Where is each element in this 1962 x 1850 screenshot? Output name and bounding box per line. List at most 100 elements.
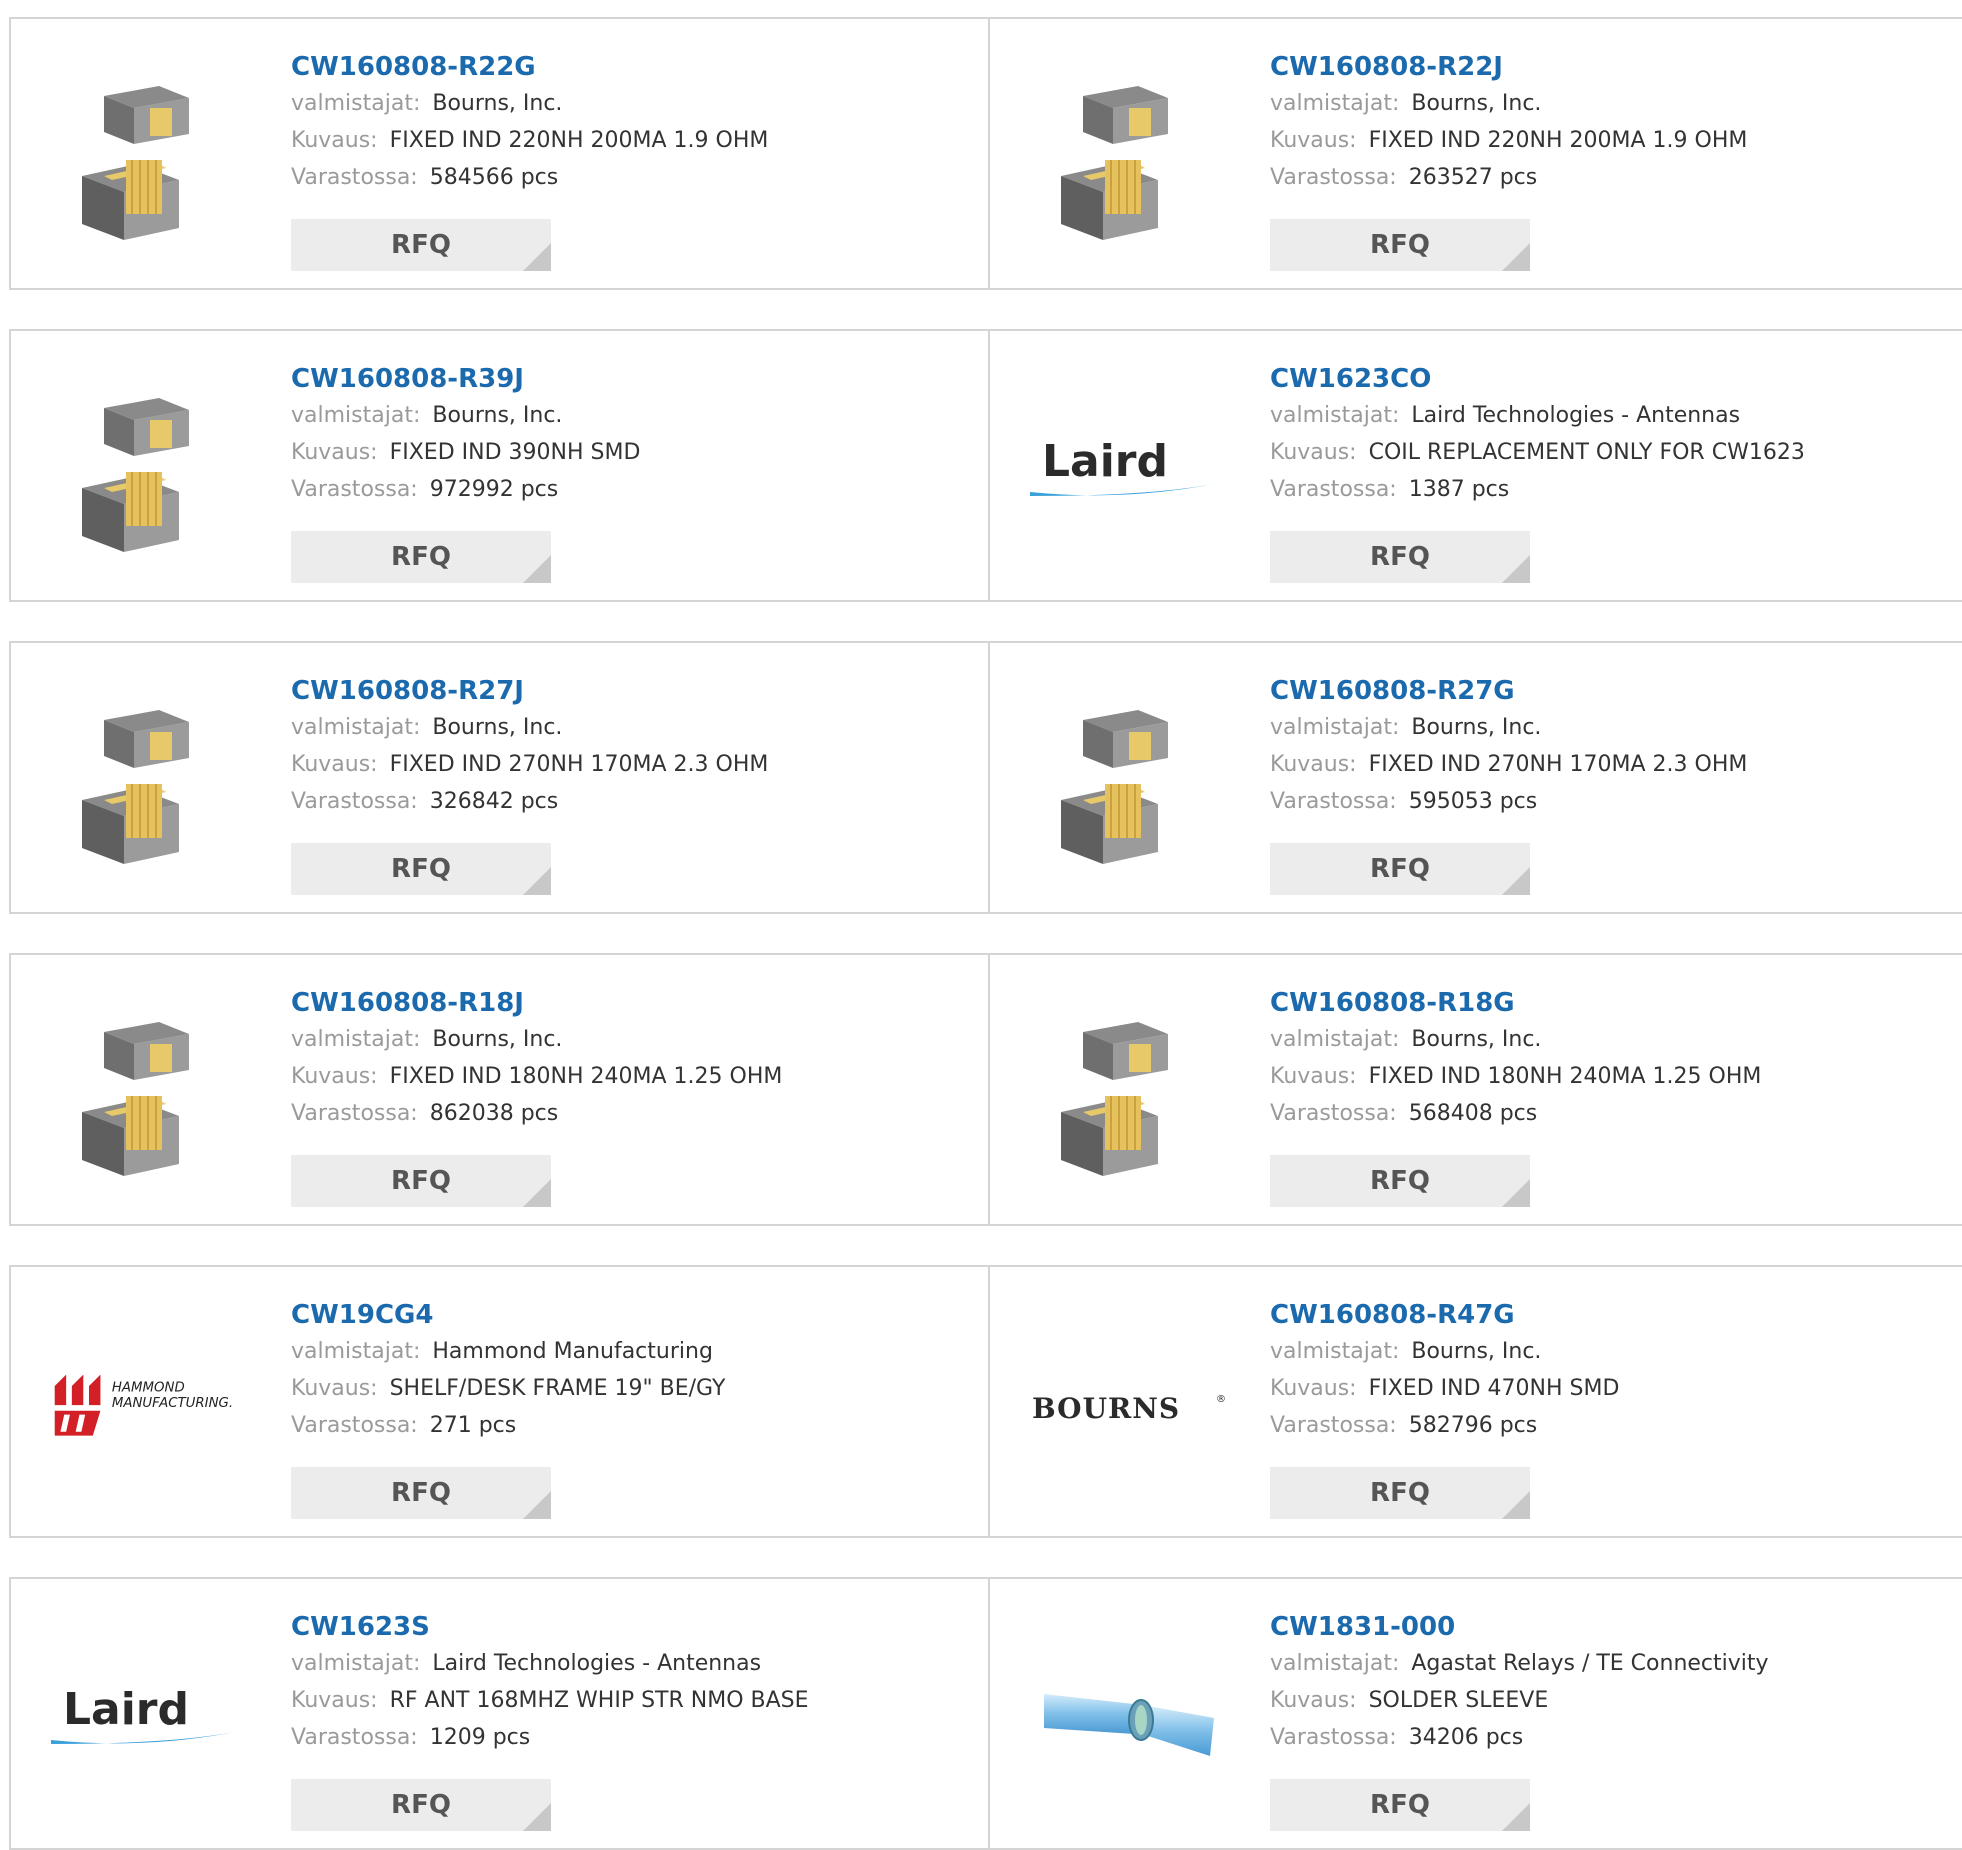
rfq-button[interactable]: RFQ (291, 1779, 551, 1831)
stock-label: Varastossa: (1270, 165, 1397, 190)
rfq-button[interactable]: RFQ (291, 1155, 551, 1207)
svg-text:MANUFACTURING.: MANUFACTURING. (112, 1396, 233, 1411)
rfq-label: RFQ (1370, 854, 1430, 884)
rfq-button[interactable]: RFQ (1270, 1467, 1530, 1519)
product-card: CW160808-R39J valmistajat: Bourns, Inc. Kuv… (11, 331, 988, 600)
product-row: CW160808-R27J valmistajat: Bourns, Inc. Kuv… (9, 641, 1962, 914)
inductor-image[interactable] (1028, 995, 1228, 1195)
manufacturer-label: valmistajat: (291, 403, 421, 428)
manufacturer-value: Hammond Manufacturing (432, 1339, 713, 1364)
description-label: Kuvaus: (291, 1376, 378, 1401)
stock-value: 862038 pcs (429, 1101, 559, 1126)
corner-decoration (523, 1491, 551, 1519)
rfq-label: RFQ (1370, 230, 1430, 260)
rfq-button[interactable]: RFQ (291, 1467, 551, 1519)
product-card: CW160808-R22G valmistajat: Bourns, Inc. Kuv… (11, 19, 988, 288)
part-number-link[interactable]: CW1831-000 (1270, 1609, 1769, 1645)
description-row: Kuvaus: FIXED IND 180NH 240MA 1.25 OHM (1270, 1058, 1761, 1095)
stock-value: 1387 pcs (1408, 477, 1510, 502)
stock-row: Varastossa: 862038 pcs (291, 1095, 782, 1132)
inductor-image[interactable] (49, 371, 249, 571)
stock-row: Varastossa: 595053 pcs (1270, 783, 1747, 820)
rfq-button[interactable]: RFQ (1270, 1155, 1530, 1207)
rfq-label: RFQ (391, 230, 451, 260)
rfq-button[interactable]: RFQ (1270, 843, 1530, 895)
rfq-button[interactable]: RFQ (291, 531, 551, 583)
logo-text: Laird (1042, 436, 1168, 487)
product-row: CW160808-R18J valmistajat: Bourns, Inc. Kuv… (9, 953, 1962, 1226)
product-card: Laird CW1623CO valmistajat: Laird Technolog… (988, 331, 1962, 600)
stock-value: 34206 pcs (1408, 1725, 1524, 1750)
product-card: CW160808-R18J valmistajat: Bourns, Inc. Kuv… (11, 955, 988, 1224)
description-label: Kuvaus: (1270, 1688, 1357, 1713)
laird-logo[interactable]: Laird (1028, 371, 1228, 571)
product-info: CW160808-R18G valmistajat: Bourns, Inc. Kuv… (1270, 985, 1761, 1132)
manufacturer-row: valmistajat: Bourns, Inc. (1270, 709, 1747, 746)
rfq-button[interactable]: RFQ (1270, 1779, 1530, 1831)
part-number-link[interactable]: CW160808-R27J (291, 673, 768, 709)
manufacturer-row: valmistajat: Bourns, Inc. (1270, 1021, 1761, 1058)
part-number-link[interactable]: CW160808-R22G (291, 49, 768, 85)
rfq-button[interactable]: RFQ (291, 219, 551, 271)
part-number-link[interactable]: CW160808-R39J (291, 361, 640, 397)
solder-sleeve-image[interactable] (1028, 1619, 1228, 1819)
manufacturer-label: valmistajat: (291, 715, 421, 740)
svg-text:®: ® (1216, 1394, 1226, 1405)
part-number-link[interactable]: CW160808-R18J (291, 985, 782, 1021)
description-value: SHELF/DESK FRAME 19" BE/GY (389, 1376, 726, 1401)
product-info: CW160808-R22J valmistajat: Bourns, Inc. Kuv… (1270, 49, 1747, 196)
manufacturer-value: Bourns, Inc. (432, 91, 563, 116)
stock-label: Varastossa: (291, 1101, 418, 1126)
bourns-logo[interactable]: BOURNS ® (1028, 1307, 1228, 1507)
description-row: Kuvaus: FIXED IND 270NH 170MA 2.3 OHM (1270, 746, 1747, 783)
part-number-link[interactable]: CW160808-R22J (1270, 49, 1747, 85)
manufacturer-row: valmistajat: Hammond Manufacturing (291, 1333, 725, 1370)
product-row: HAMMOND MANUFACTURING. CW19CG4 valmistajat:… (9, 1265, 1962, 1538)
rfq-label: RFQ (1370, 1790, 1430, 1820)
part-number-link[interactable]: CW1623S (291, 1609, 809, 1645)
stock-row: Varastossa: 568408 pcs (1270, 1095, 1761, 1132)
rfq-label: RFQ (1370, 1166, 1430, 1196)
stock-value: 972992 pcs (429, 477, 559, 502)
stock-label: Varastossa: (291, 477, 418, 502)
part-number-link[interactable]: CW19CG4 (291, 1297, 725, 1333)
rfq-button[interactable]: RFQ (1270, 219, 1530, 271)
part-number-link[interactable]: CW160808-R27G (1270, 673, 1747, 709)
description-row: Kuvaus: FIXED IND 220NH 200MA 1.9 OHM (291, 122, 768, 159)
stock-label: Varastossa: (291, 1725, 418, 1750)
corner-decoration (1502, 1491, 1530, 1519)
description-row: Kuvaus: FIXED IND 470NH SMD (1270, 1370, 1619, 1407)
description-value: COIL REPLACEMENT ONLY FOR CW1623 (1368, 440, 1805, 465)
description-value: FIXED IND 270NH 170MA 2.3 OHM (389, 752, 769, 777)
stock-row: Varastossa: 263527 pcs (1270, 159, 1747, 196)
product-card: BOURNS ® CW160808-R47G valmistajat: Bourns, … (988, 1267, 1962, 1536)
laird-logo[interactable]: Laird (49, 1619, 249, 1819)
description-label: Kuvaus: (1270, 440, 1357, 465)
product-info: CW1831-000 valmistajat: Agastat Relays / T… (1270, 1609, 1769, 1756)
description-row: Kuvaus: SOLDER SLEEVE (1270, 1682, 1769, 1719)
stock-value: 584566 pcs (429, 165, 559, 190)
rfq-button[interactable]: RFQ (1270, 531, 1530, 583)
part-number-link[interactable]: CW160808-R47G (1270, 1297, 1619, 1333)
inductor-image[interactable] (1028, 683, 1228, 883)
manufacturer-label: valmistajat: (291, 1651, 421, 1676)
stock-row: Varastossa: 34206 pcs (1270, 1719, 1769, 1756)
product-row: CW160808-R39J valmistajat: Bourns, Inc. Kuv… (9, 329, 1962, 602)
description-row: Kuvaus: SHELF/DESK FRAME 19" BE/GY (291, 1370, 725, 1407)
corner-decoration (1502, 243, 1530, 271)
part-number-link[interactable]: CW160808-R18G (1270, 985, 1761, 1021)
rfq-button[interactable]: RFQ (291, 843, 551, 895)
rfq-label: RFQ (1370, 542, 1430, 572)
inductor-image[interactable] (49, 59, 249, 259)
description-row: Kuvaus: FIXED IND 270NH 170MA 2.3 OHM (291, 746, 768, 783)
inductor-image[interactable] (1028, 59, 1228, 259)
hammond-logo[interactable]: HAMMOND MANUFACTURING. (49, 1307, 249, 1507)
manufacturer-row: valmistajat: Bourns, Inc. (1270, 85, 1747, 122)
description-row: Kuvaus: FIXED IND 180NH 240MA 1.25 OHM (291, 1058, 782, 1095)
rfq-label: RFQ (391, 854, 451, 884)
inductor-image[interactable] (49, 683, 249, 883)
part-number-link[interactable]: CW1623CO (1270, 361, 1805, 397)
inductor-image[interactable] (49, 995, 249, 1195)
manufacturer-value: Bourns, Inc. (1411, 1027, 1542, 1052)
manufacturer-label: valmistajat: (1270, 1651, 1400, 1676)
